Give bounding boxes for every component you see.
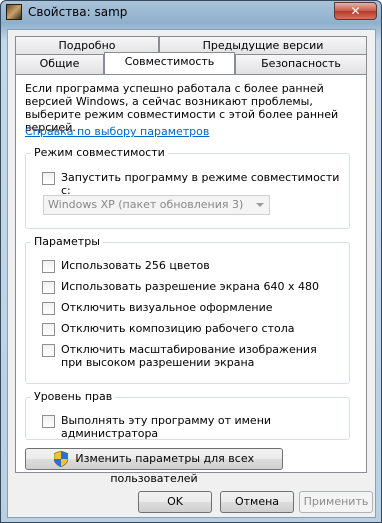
ok-button[interactable]: OK xyxy=(138,491,212,513)
param-row-desktop-composition[interactable]: Отключить композицию рабочего стола xyxy=(42,322,295,336)
param-label: Использовать разрешение экрана 640 x 480 xyxy=(61,280,319,293)
tab-compatibility[interactable]: Совместимость xyxy=(104,52,235,74)
param-row-640x480[interactable]: Использовать разрешение экрана 640 x 480 xyxy=(42,280,319,294)
compat-mode-group: Режим совместимости Запустить программу … xyxy=(25,146,350,229)
param-label: Использовать 256 цветов xyxy=(61,259,210,272)
param-checkbox-visual-themes[interactable] xyxy=(42,302,55,315)
param-row-visual-themes[interactable]: Отключить визуальное оформление xyxy=(42,301,273,315)
param-checkbox-dpi-scaling[interactable] xyxy=(42,344,55,357)
tab-general[interactable]: Общие xyxy=(15,54,104,74)
properties-window: Свойства: samp ✕ Подробно Предыдущие вер… xyxy=(0,0,382,523)
title-bar[interactable]: Свойства: samp ✕ xyxy=(1,1,381,23)
param-label: Отключить визуальное оформление xyxy=(61,301,273,314)
dialog-client: Подробно Предыдущие версии Общие Совмест… xyxy=(7,29,376,518)
run-as-admin-row[interactable]: Выполнять эту программу от имени админис… xyxy=(42,414,349,440)
close-button[interactable]: ✕ xyxy=(334,2,377,20)
change-settings-all-users-button[interactable]: Изменить параметры для всех пользователе… xyxy=(25,448,283,485)
chevron-down-icon xyxy=(256,203,264,207)
param-label: Отключить масштабирование изображения пр… xyxy=(61,343,317,369)
help-link[interactable]: Справка по выбору параметров xyxy=(25,125,209,138)
params-group: Параметры Использовать 256 цветов Исполь… xyxy=(25,235,350,384)
compat-mode-label: Запустить программу в режиме совместимос… xyxy=(61,171,340,197)
run-as-admin-label: Выполнять эту программу от имени админис… xyxy=(61,414,272,440)
param-row-dpi-scaling[interactable]: Отключить масштабирование изображения пр… xyxy=(42,343,332,369)
compat-mode-checkbox-row[interactable]: Запустить программу в режиме совместимос… xyxy=(42,171,349,197)
params-title: Параметры xyxy=(31,235,103,248)
window-title: Свойства: samp xyxy=(28,5,128,19)
rights-title: Уровень прав xyxy=(31,390,116,403)
param-row-256-colors[interactable]: Использовать 256 цветов xyxy=(42,259,210,273)
compat-os-value: Windows XP (пакет обновления 3) xyxy=(48,198,244,211)
compat-mode-title: Режим совместимости xyxy=(31,146,168,159)
param-checkbox-640x480[interactable] xyxy=(42,281,55,294)
param-checkbox-256-colors[interactable] xyxy=(42,260,55,273)
run-as-admin-checkbox[interactable] xyxy=(42,415,55,428)
app-icon xyxy=(6,4,22,20)
tab-security[interactable]: Безопасность xyxy=(235,54,367,74)
apply-button[interactable]: Применить xyxy=(299,491,373,513)
compat-os-select[interactable]: Windows XP (пакет обновления 3) xyxy=(43,195,270,215)
compat-mode-checkbox[interactable] xyxy=(42,172,55,185)
uac-shield-icon xyxy=(53,451,68,467)
param-label: Отключить композицию рабочего стола xyxy=(61,322,295,335)
param-checkbox-desktop-composition[interactable] xyxy=(42,323,55,336)
compatibility-panel: Если программа успешно работала с более … xyxy=(15,74,367,485)
change-settings-all-users-label: Изменить параметры для всех пользователе… xyxy=(75,452,255,485)
cancel-button[interactable]: Отмена xyxy=(220,491,294,513)
rights-group: Уровень прав Выполнять эту программу от … xyxy=(25,390,350,440)
